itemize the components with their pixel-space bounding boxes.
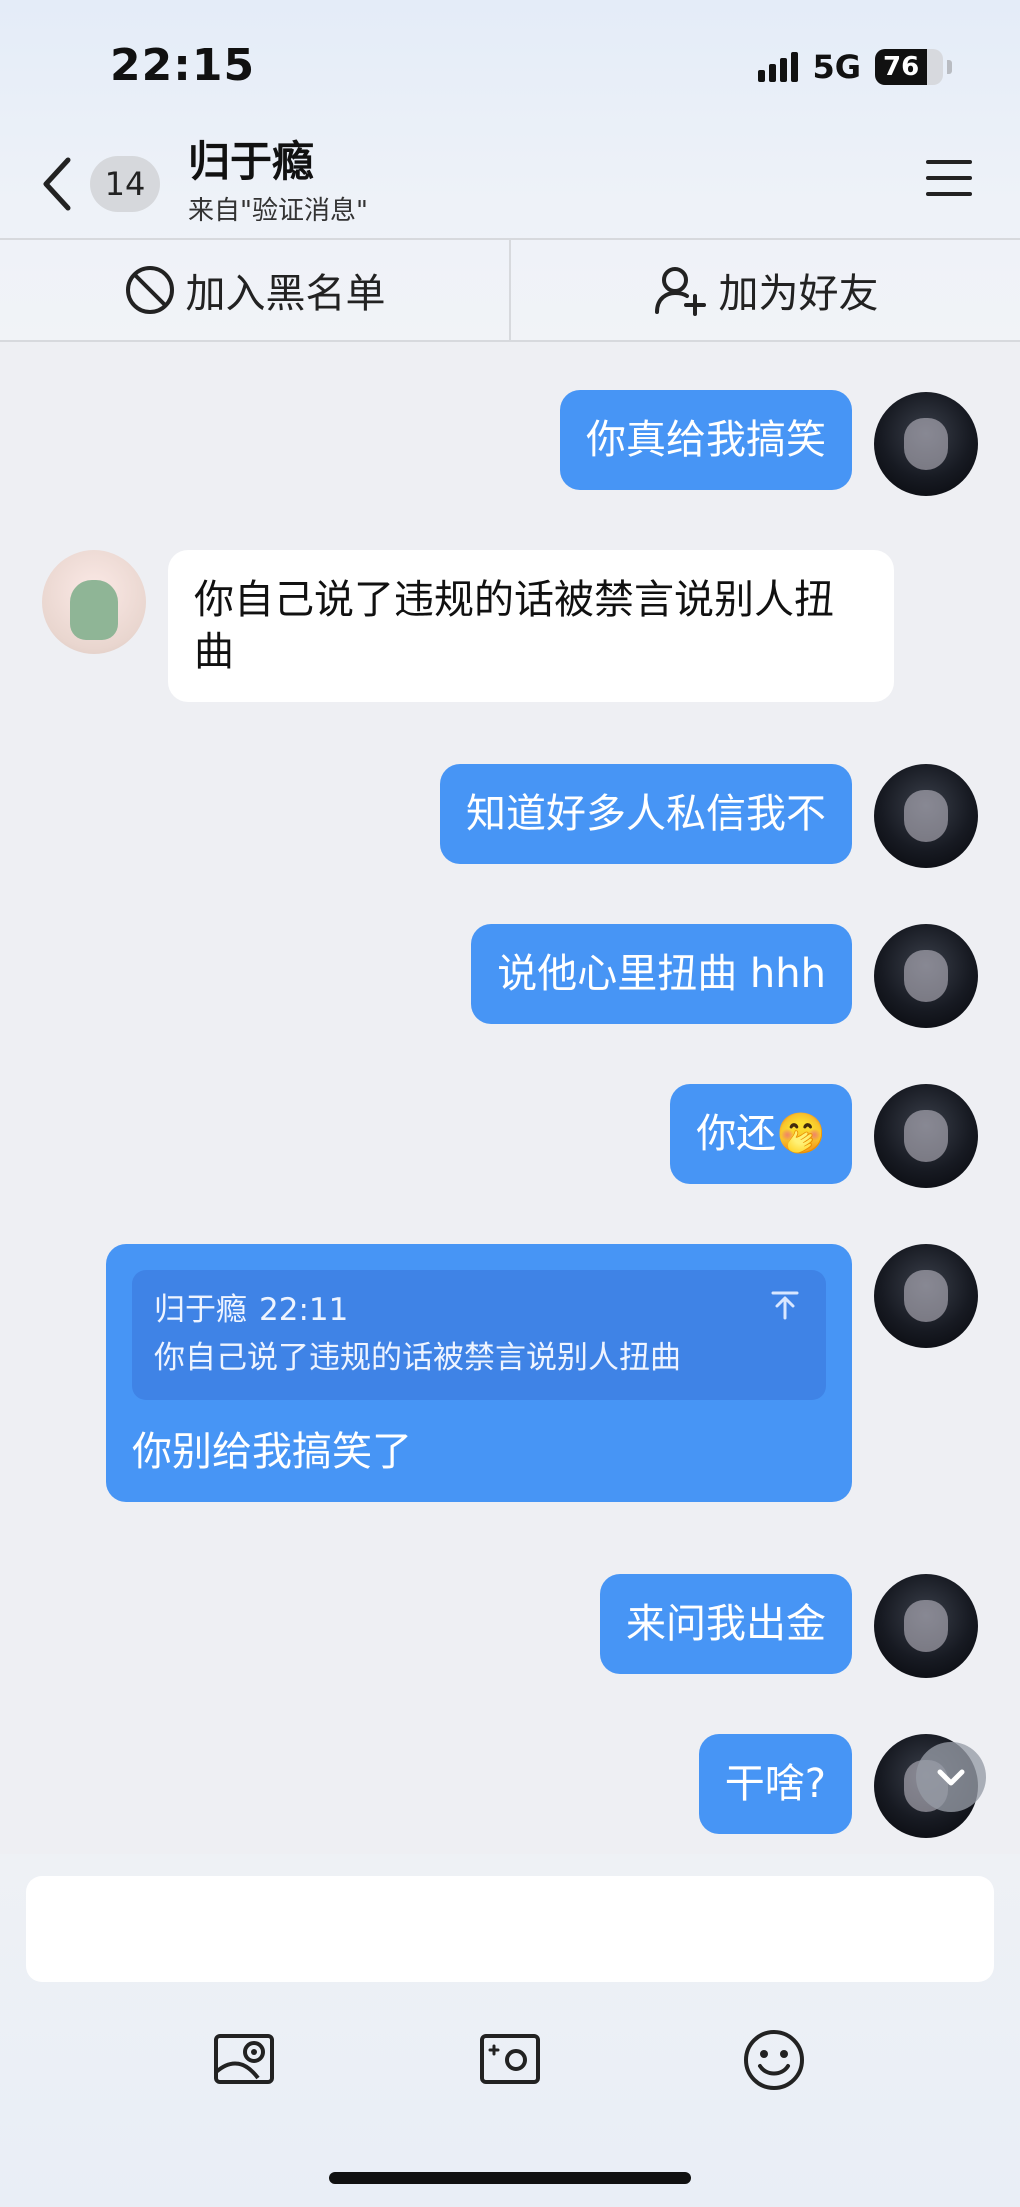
message-bubble[interactable]: 你自己说了违规的话被禁言说别人扭曲 — [168, 550, 894, 702]
jump-to-quote-icon[interactable] — [770, 1290, 800, 1320]
block-label: 加入黑名单 — [185, 271, 386, 317]
chat-header: 14 归于瘾 来自"验证消息" — [0, 120, 1020, 238]
message-bubble[interactable]: 说他心里扭曲 hhh — [471, 924, 852, 1024]
message-list[interactable]: 你真给我搞笑 你自己说了违规的话被禁言说别人扭曲 知道好多人私信我不 说他心里扭… — [0, 344, 1020, 1854]
message-bubble[interactable]: 来问我出金 — [600, 1574, 852, 1674]
reply-text: 你别给我搞笑了 — [132, 1429, 412, 1475]
message-bubble[interactable]: 你还🤭 — [670, 1084, 852, 1184]
quote-sender: 归于瘾 — [154, 1292, 247, 1328]
chat-title: 归于瘾 — [188, 137, 315, 186]
emoji-icon[interactable] — [742, 2028, 806, 2092]
quote-text: 你自己说了违规的话被禁言说别人扭曲 — [154, 1340, 681, 1376]
message-bubble[interactable]: 你真给我搞笑 — [560, 390, 852, 490]
message-bubble[interactable]: 知道好多人私信我不 — [440, 764, 852, 864]
my-avatar[interactable] — [874, 924, 978, 1028]
menu-icon[interactable] — [926, 160, 972, 200]
action-bar: 加入黑名单 加为好友 — [0, 238, 1020, 342]
message-bubble[interactable]: 干啥? — [698, 1734, 852, 1834]
composer-area — [0, 1854, 1020, 2207]
top-area: 22:15 5G 76 14 归于瘾 来自"验证消息" 加入黑名单 加为好友 — [0, 0, 1020, 342]
unread-count-badge[interactable]: 14 — [90, 156, 160, 212]
block-icon — [125, 266, 174, 314]
add-friend-label: 加为好友 — [718, 271, 879, 317]
home-indicator[interactable] — [329, 2172, 691, 2184]
add-user-icon — [654, 267, 706, 316]
contact-avatar[interactable] — [42, 550, 146, 654]
my-avatar[interactable] — [874, 1084, 978, 1188]
image-icon[interactable] — [212, 2028, 276, 2092]
back-arrow-icon[interactable] — [38, 154, 78, 214]
reply-message-bubble[interactable]: 归于瘾 22:11 你自己说了违规的话被禁言说别人扭曲 你别给我搞笑了 — [106, 1244, 852, 1502]
my-avatar[interactable] — [874, 392, 978, 496]
camera-icon[interactable] — [478, 2028, 542, 2092]
quote-time: 22:11 — [259, 1292, 349, 1328]
signal-icon — [758, 52, 799, 82]
my-avatar[interactable] — [874, 1574, 978, 1678]
block-button[interactable]: 加入黑名单 — [0, 240, 509, 340]
add-friend-button[interactable]: 加为好友 — [509, 240, 1020, 340]
battery-tip — [947, 60, 952, 74]
chat-subtitle: 来自"验证消息" — [188, 196, 368, 226]
status-time: 22:15 — [110, 40, 256, 91]
battery-icon: 76 — [875, 49, 943, 85]
my-avatar[interactable] — [874, 1244, 978, 1348]
my-avatar[interactable] — [874, 764, 978, 868]
quoted-message[interactable]: 归于瘾 22:11 你自己说了违规的话被禁言说别人扭曲 — [132, 1270, 826, 1400]
network-label: 5G — [812, 48, 861, 86]
status-icons: 5G 76 — [758, 48, 952, 86]
scroll-to-bottom-button[interactable] — [916, 1742, 986, 1812]
battery-level: 76 — [883, 52, 920, 82]
chevron-down-icon — [937, 1769, 965, 1786]
message-input[interactable] — [26, 1876, 994, 1982]
